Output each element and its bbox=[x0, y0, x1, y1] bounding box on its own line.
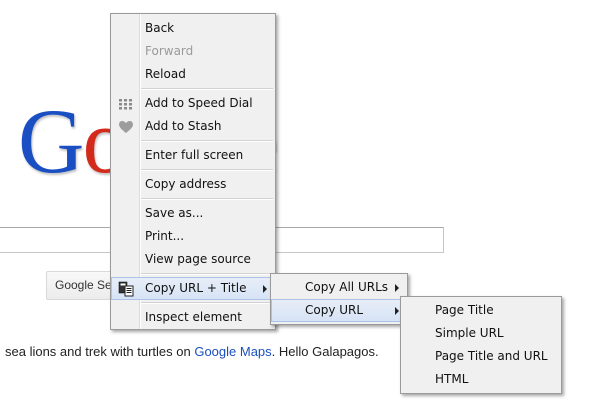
submenu-item-copy-all-urls-label: Copy All URLs bbox=[305, 280, 389, 294]
submenu-item-page-title-label: Page Title bbox=[435, 303, 494, 317]
menu-item-add-stash[interactable]: Add to Stash bbox=[111, 115, 275, 138]
menu-item-add-speed-dial-label: Add to Speed Dial bbox=[145, 96, 253, 110]
copy-url-submenu: Page Title Simple URL Page Title and URL… bbox=[400, 296, 562, 394]
submenu-item-copy-all-urls[interactable]: Copy All URLs bbox=[271, 276, 407, 299]
submenu-arrow-icon bbox=[395, 307, 399, 315]
promo-text-after: . Hello Galapagos. bbox=[271, 344, 379, 359]
submenu-arrow-icon bbox=[263, 285, 267, 293]
menu-item-print[interactable]: Print... bbox=[111, 225, 275, 248]
menu-item-back-label: Back bbox=[145, 21, 175, 35]
promo-text: sea lions and trek with turtles on Googl… bbox=[5, 344, 379, 359]
menu-item-inspect-element[interactable]: Inspect element bbox=[111, 306, 275, 329]
menu-item-forward-label: Forward bbox=[145, 44, 194, 58]
submenu-item-page-title[interactable]: Page Title bbox=[401, 299, 561, 322]
menu-item-add-speed-dial[interactable]: Add to Speed Dial bbox=[111, 92, 275, 115]
menu-item-inspect-element-label: Inspect element bbox=[145, 310, 242, 324]
speed-dial-icon bbox=[119, 99, 132, 110]
menu-item-forward: Forward bbox=[111, 40, 275, 63]
menu-item-save-as[interactable]: Save as... bbox=[111, 202, 275, 225]
copy-url-title-icon bbox=[118, 281, 134, 297]
menu-item-copy-address-label: Copy address bbox=[145, 177, 227, 191]
submenu-arrow-icon bbox=[395, 284, 399, 292]
submenu-item-simple-url[interactable]: Simple URL bbox=[401, 322, 561, 345]
submenu-item-page-title-and-url-label: Page Title and URL bbox=[435, 349, 548, 363]
menu-item-view-page-source[interactable]: View page source bbox=[111, 248, 275, 271]
menu-item-reload-label: Reload bbox=[145, 67, 186, 81]
submenu-item-simple-url-label: Simple URL bbox=[435, 326, 504, 340]
heart-icon bbox=[119, 121, 133, 133]
menu-item-print-label: Print... bbox=[145, 229, 185, 243]
menu-item-enter-full-screen[interactable]: Enter full screen bbox=[111, 144, 275, 167]
menu-item-reload[interactable]: Reload bbox=[111, 63, 275, 86]
menu-item-back[interactable]: Back bbox=[111, 17, 275, 40]
menu-item-copy-url-title-label: Copy URL + Title bbox=[145, 281, 247, 295]
menu-item-view-page-source-label: View page source bbox=[145, 252, 251, 266]
submenu-item-html-label: HTML bbox=[435, 372, 469, 386]
menu-item-add-stash-label: Add to Stash bbox=[145, 119, 222, 133]
submenu-item-html[interactable]: HTML bbox=[401, 368, 561, 391]
google-maps-link[interactable]: Google Maps bbox=[194, 344, 271, 359]
submenu-item-page-title-and-url[interactable]: Page Title and URL bbox=[401, 345, 561, 368]
submenu-item-copy-url[interactable]: Copy URL bbox=[271, 299, 407, 322]
context-menu: Back Forward Reload Add to Speed Dial Ad… bbox=[110, 13, 276, 330]
menu-item-copy-address[interactable]: Copy address bbox=[111, 173, 275, 196]
menu-item-copy-url-title[interactable]: Copy URL + Title bbox=[111, 277, 275, 300]
promo-text-before: sea lions and trek with turtles on bbox=[5, 344, 195, 359]
menu-item-enter-full-screen-label: Enter full screen bbox=[145, 148, 244, 162]
submenu-item-copy-url-label: Copy URL bbox=[305, 303, 364, 317]
menu-item-save-as-label: Save as... bbox=[145, 206, 204, 220]
copy-url-title-submenu: Copy All URLs Copy URL bbox=[270, 273, 408, 325]
browser-page: Google Google Se sea lions and trek with… bbox=[0, 0, 612, 408]
logo-letter-g: G bbox=[18, 90, 84, 192]
